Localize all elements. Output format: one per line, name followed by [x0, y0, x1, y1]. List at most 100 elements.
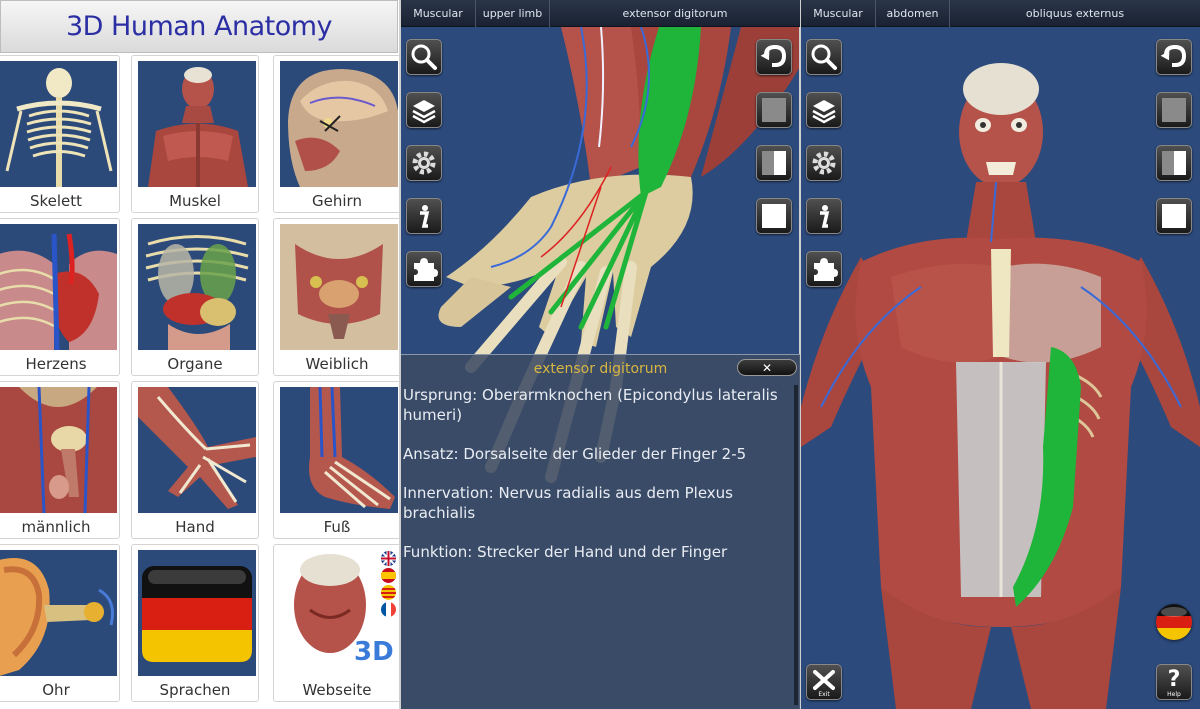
layers-button[interactable]	[406, 92, 442, 128]
menu-tile-label: Fuß	[323, 518, 351, 536]
hand-viewer-panel: Muscular upper limb extensor digitorum e…	[401, 0, 800, 709]
menu-tile-label: Ohr	[42, 681, 70, 699]
app-title: 3D Human Anatomy	[65, 11, 333, 42]
puzzle-button[interactable]	[406, 251, 442, 287]
menu-tile-ear[interactable]: Ohr	[0, 544, 120, 702]
search-icon	[811, 44, 837, 70]
menu-tile-label: Organe	[167, 355, 223, 373]
search-icon	[411, 44, 437, 70]
menu-tile-brain[interactable]: Gehirn	[273, 55, 401, 213]
breadcrumb-system[interactable]: Muscular	[401, 0, 476, 27]
gear-icon	[812, 151, 836, 175]
menu-tile-male[interactable]: männlich	[0, 381, 120, 539]
menu-tile-skeleton[interactable]: Skelett	[0, 55, 120, 213]
info-icon	[420, 205, 430, 228]
menu-tile-languages[interactable]: Sprachen	[131, 544, 259, 702]
menu-tile-muscle[interactable]: Muskel	[131, 55, 259, 213]
menu-tile-label: Muskel	[169, 192, 221, 210]
breadcrumb-region[interactable]: abdomen	[876, 0, 950, 27]
close-icon: ✕	[761, 360, 773, 375]
half-square-icon	[762, 151, 786, 175]
german-flag-icon	[1156, 604, 1192, 640]
breadcrumb: Muscular upper limb extensor digitorum	[401, 0, 800, 27]
info-body: Ursprung: Oberarmknochen (Epicondylus la…	[403, 385, 786, 581]
undo-icon	[1160, 44, 1187, 67]
menu-tile-label: männlich	[21, 518, 91, 536]
search-button[interactable]	[806, 39, 842, 75]
undo-button[interactable]	[1156, 39, 1192, 75]
puzzle-icon	[414, 258, 438, 281]
main-menu-panel: 3D Human Anatomy Skelett Muskel Gehirn H…	[0, 0, 401, 709]
solid-grey-square-icon	[1162, 98, 1186, 122]
menu-tile-label: Weiblich	[305, 355, 369, 373]
settings-button[interactable]	[406, 145, 442, 181]
menu-tile-foot[interactable]: Fuß	[273, 381, 401, 539]
search-button[interactable]	[406, 39, 442, 75]
svg-text:3D: 3D	[354, 637, 394, 667]
opacity-light-button[interactable]	[756, 198, 792, 234]
gear-icon	[412, 151, 436, 175]
menu-tile-website[interactable]: 3D Webseite	[273, 544, 401, 702]
exit-button[interactable]: Exit	[806, 664, 842, 700]
menu-tile-label: Hand	[175, 518, 215, 536]
menu-tile-hand[interactable]: Hand	[131, 381, 259, 539]
menu-tile-label: Sprachen	[159, 681, 231, 699]
opacity-half-button[interactable]	[756, 145, 792, 181]
catalan-flag-icon[interactable]	[381, 585, 396, 600]
info-function: Funktion: Strecker der Hand und der Fing…	[403, 543, 728, 561]
muscle-thumbnail	[138, 61, 256, 187]
undo-button[interactable]	[756, 39, 792, 75]
brain-thumbnail	[280, 61, 398, 187]
torso-viewer-panel: Muscular abdomen obliquus externus Exit …	[801, 0, 1200, 709]
heart-thumbnail	[0, 224, 117, 350]
torso-3d-scene[interactable]	[801, 27, 1200, 709]
info-scrollbar[interactable]	[794, 385, 798, 705]
help-label: Help	[1167, 691, 1181, 698]
white-square-icon	[1162, 204, 1186, 228]
breadcrumb: Muscular abdomen obliquus externus	[801, 0, 1200, 27]
foot-thumbnail	[280, 387, 398, 513]
undo-icon	[760, 44, 787, 67]
close-info-button[interactable]: ✕	[737, 359, 797, 376]
solid-grey-square-icon	[762, 98, 786, 122]
skeleton-thumbnail	[0, 61, 117, 187]
menu-tile-label: Skelett	[29, 192, 83, 210]
info-insertion: Ansatz: Dorsalseite der Glieder der Fing…	[403, 445, 747, 463]
hand-thumbnail	[138, 387, 256, 513]
question-mark-icon: ?	[1167, 666, 1181, 692]
opacity-light-button[interactable]	[1156, 198, 1192, 234]
exit-label: Exit	[818, 691, 830, 698]
language-flag-button[interactable]	[1156, 604, 1192, 640]
ear-thumbnail	[0, 550, 117, 676]
breadcrumb-structure: extensor digitorum	[622, 7, 728, 20]
white-square-icon	[762, 204, 786, 228]
info-button[interactable]	[406, 198, 442, 234]
organs-thumbnail	[138, 224, 256, 350]
layers-icon	[812, 100, 836, 124]
layers-button[interactable]	[806, 92, 842, 128]
settings-button[interactable]	[806, 145, 842, 181]
opacity-half-button[interactable]	[1156, 145, 1192, 181]
opacity-dark-button[interactable]	[1156, 92, 1192, 128]
france-flag-icon[interactable]	[381, 602, 396, 617]
female-pelvis-thumbnail	[280, 224, 398, 350]
opacity-dark-button[interactable]	[756, 92, 792, 128]
website-3d-thumbnail: 3D	[280, 550, 398, 676]
spain-flag-icon[interactable]	[381, 568, 396, 583]
menu-tile-label: Herzens	[25, 355, 87, 373]
german-flag-thumbnail	[138, 550, 256, 676]
info-innervation: Innervation: Nervus radialis aus dem Ple…	[403, 484, 733, 522]
uk-flag-icon[interactable]	[381, 551, 396, 566]
menu-tile-label: Gehirn	[312, 192, 362, 210]
breadcrumb-system[interactable]: Muscular	[801, 0, 876, 27]
help-button[interactable]: ? Help	[1156, 664, 1192, 700]
menu-tile-heart[interactable]: Herzens	[0, 218, 120, 376]
breadcrumb-region[interactable]: upper limb	[476, 0, 550, 27]
menu-tile-organs[interactable]: Organe	[131, 218, 259, 376]
info-button[interactable]	[806, 198, 842, 234]
info-origin: Ursprung: Oberarmknochen (Epicondylus la…	[403, 386, 778, 424]
puzzle-button[interactable]	[806, 251, 842, 287]
half-square-icon	[1162, 151, 1186, 175]
menu-tile-label: Webseite	[302, 681, 372, 699]
menu-tile-female[interactable]: Weiblich	[273, 218, 401, 376]
